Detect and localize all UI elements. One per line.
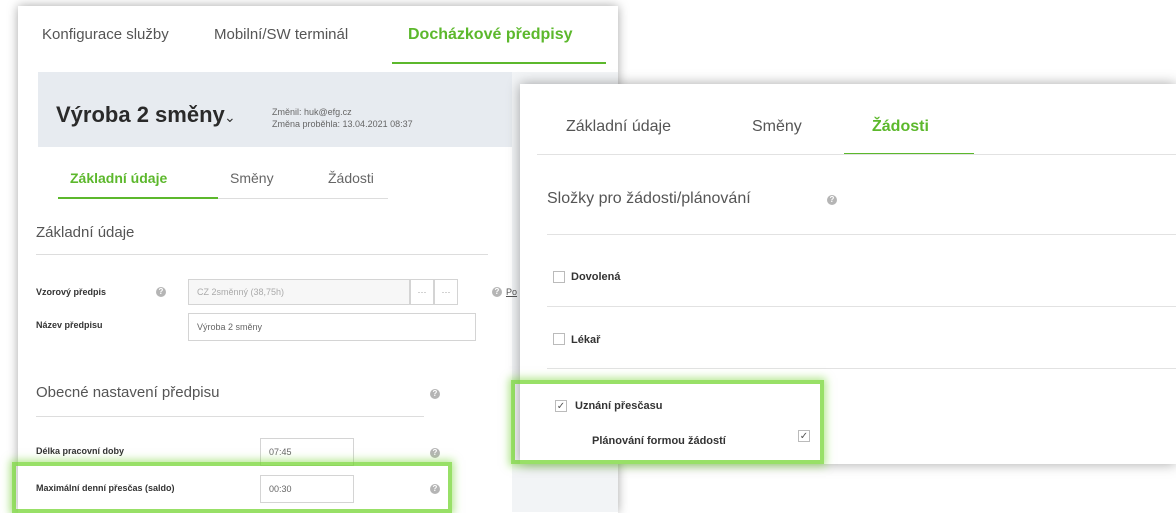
template-input[interactable]: CZ 2směnný (38,75h)	[188, 279, 410, 305]
checkbox-dovolena[interactable]	[553, 271, 565, 283]
tab-mobilni-terminal[interactable]: Mobilní/SW terminál	[214, 26, 348, 43]
help-icon[interactable]: ?	[492, 287, 502, 297]
section-general-title: Obecné nastavení předpisu	[36, 384, 220, 401]
changed-by-text: Změnil: huk@efg.cz	[272, 107, 352, 117]
help-icon[interactable]: ?	[430, 389, 440, 399]
help-icon[interactable]: ?	[156, 287, 166, 297]
tab-smeny[interactable]: Směny	[752, 118, 802, 136]
tab-zadosti[interactable]: Žádosti	[872, 118, 929, 136]
template-value: CZ 2směnný (38,75h)	[197, 287, 285, 297]
requests-section-title: Složky pro žádosti/plánování	[547, 190, 751, 207]
highlight-overtime-request	[511, 380, 824, 464]
section-divider	[36, 254, 488, 255]
section-divider	[36, 416, 424, 417]
changed-at-text: Změna proběhla: 13.04.2021 08:37	[272, 119, 413, 129]
name-label: Název předpisu	[36, 320, 103, 330]
row-divider	[547, 368, 1176, 369]
subtab-active-indicator	[58, 197, 218, 199]
template-more-button[interactable]: ···	[434, 279, 458, 305]
checkbox-lekar[interactable]	[553, 333, 565, 345]
section-divider	[547, 234, 1176, 235]
help-icon[interactable]: ?	[430, 448, 440, 458]
subtab-zakladni-udaje[interactable]: Základní údaje	[70, 170, 167, 186]
highlight-max-overtime	[12, 462, 452, 513]
active-tab-indicator	[392, 62, 606, 64]
tab-divider	[537, 154, 1176, 155]
tab-zakladni-udaje[interactable]: Základní údaje	[566, 118, 671, 136]
name-value: Výroba 2 směny	[197, 322, 263, 332]
tab-konfigurace-sluzby[interactable]: Konfigurace služby	[42, 26, 169, 43]
template-label: Vzorový předpis	[36, 287, 107, 297]
row-divider	[547, 306, 1176, 307]
template-select-button[interactable]: ···	[410, 279, 434, 305]
work-length-label: Délka pracovní doby	[36, 446, 125, 456]
label-dovolena: Dovolená	[571, 271, 621, 283]
label-lekar: Lékař	[571, 334, 601, 346]
template-link[interactable]: Po	[506, 287, 517, 297]
subtab-divider	[218, 198, 388, 199]
name-input[interactable]: Výroba 2 směny	[188, 313, 476, 341]
subtab-smeny[interactable]: Směny	[230, 170, 274, 186]
tab-dochazkove-predpisy[interactable]: Docházkové předpisy	[408, 26, 573, 44]
chevron-down-icon[interactable]: ⌄	[224, 109, 236, 126]
top-tab-bar: Konfigurace služby Mobilní/SW terminál D…	[18, 6, 618, 68]
work-length-value: 07:45	[269, 447, 292, 457]
rule-title: Výroba 2 směny	[56, 102, 225, 127]
subtab-zadosti[interactable]: Žádosti	[328, 170, 374, 186]
help-icon[interactable]: ?	[827, 195, 837, 205]
section-basic-title: Základní údaje	[36, 224, 135, 241]
